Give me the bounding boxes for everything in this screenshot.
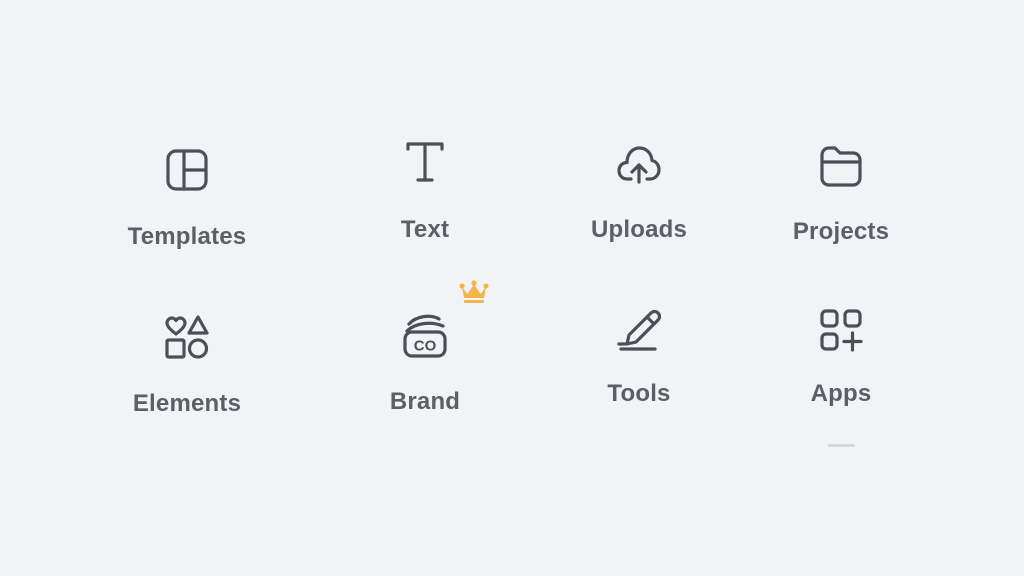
nav-brand[interactable]: CO Brand	[335, 312, 515, 432]
side-panel-menu: Templates Text Uploads Projects Elements…	[0, 0, 1024, 576]
brand-badge-text: CO	[414, 338, 437, 355]
nav-tools-label: Tools	[607, 380, 671, 407]
pen-icon	[615, 305, 663, 353]
nav-tools[interactable]: Tools	[549, 305, 729, 425]
nav-elements[interactable]: Elements	[97, 313, 277, 433]
nav-apps[interactable]: Apps	[751, 306, 931, 426]
folder-icon	[817, 142, 865, 190]
crown-icon	[459, 279, 489, 305]
nav-uploads-label: Uploads	[590, 216, 688, 243]
nav-brand-label: Brand	[389, 388, 461, 415]
nav-projects-label: Projects	[792, 218, 890, 245]
cloud-upload-icon	[615, 141, 663, 189]
text-icon	[401, 138, 449, 186]
nav-elements-label: Elements	[132, 390, 242, 417]
nav-apps-label: Apps	[810, 380, 872, 407]
nav-templates[interactable]: Templates	[97, 146, 277, 266]
templates-icon	[163, 146, 211, 194]
brand-kit-icon: CO	[401, 312, 449, 360]
nav-text[interactable]: Text	[335, 138, 515, 258]
nav-uploads[interactable]: Uploads	[549, 141, 729, 261]
apps-grid-icon	[817, 306, 865, 354]
shapes-icon	[163, 313, 211, 361]
nav-templates-label: Templates	[127, 223, 247, 250]
nav-text-label: Text	[400, 216, 450, 243]
nav-projects[interactable]: Projects	[751, 142, 931, 262]
scroll-indicator	[828, 444, 855, 447]
